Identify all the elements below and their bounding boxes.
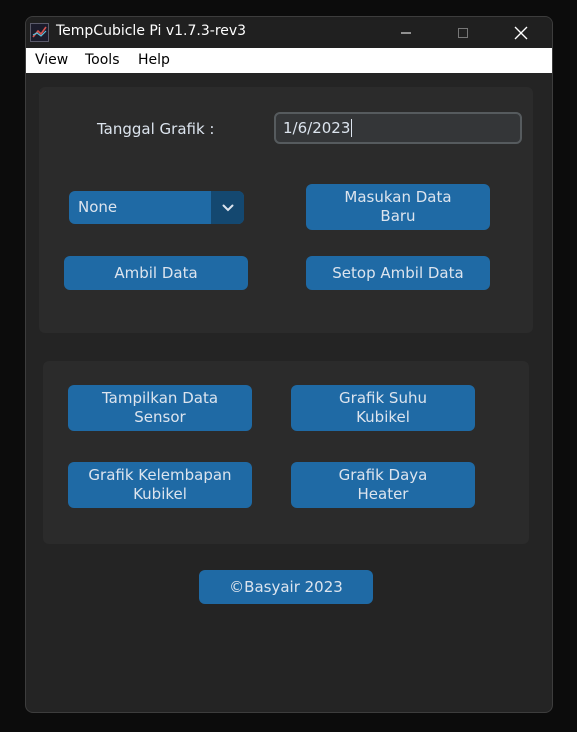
app-logo-icon (30, 23, 49, 42)
data-source-combobox[interactable]: None (69, 191, 244, 224)
menu-tools[interactable]: Tools (85, 52, 120, 68)
app-window: TempCubicle Pi v1.7.3-rev3 View Tools He… (25, 16, 553, 713)
tampilkan-data-sensor-label: Tampilkan Data Sensor (101, 389, 219, 426)
minimize-button[interactable] (377, 17, 435, 48)
maximize-icon (458, 27, 468, 38)
menu-view[interactable]: View (35, 52, 68, 68)
minimize-icon (401, 32, 411, 33)
text-caret (351, 119, 352, 137)
chevron-down-icon (222, 204, 233, 211)
tampilkan-data-sensor-button[interactable]: Tampilkan Data Sensor (68, 385, 252, 431)
title-bar: TempCubicle Pi v1.7.3-rev3 (26, 17, 552, 48)
combobox-value: None (78, 198, 118, 216)
credit-label: ©Basyair 2023 (229, 577, 343, 596)
masukan-data-baru-button[interactable]: Masukan Data Baru (306, 184, 490, 230)
grafik-kelembapan-kubikel-button[interactable]: Grafik Kelembapan Kubikel (68, 462, 252, 508)
credit-button[interactable]: ©Basyair 2023 (199, 570, 373, 604)
maximize-button[interactable] (434, 17, 492, 48)
grafik-suhu-kubikel-label: Grafik Suhu Kubikel (339, 389, 427, 426)
grafik-daya-heater-label: Grafik Daya Heater (338, 466, 428, 503)
date-input[interactable] (274, 112, 522, 144)
masukan-data-baru-label: Masukan Data Baru (344, 188, 452, 225)
grafik-daya-heater-button[interactable]: Grafik Daya Heater (291, 462, 475, 508)
grafik-suhu-kubikel-button[interactable]: Grafik Suhu Kubikel (291, 385, 475, 431)
ambil-data-label: Ambil Data (114, 263, 198, 282)
setop-ambil-data-label: Setop Ambil Data (332, 263, 464, 282)
close-button[interactable] (492, 17, 550, 48)
window-title: TempCubicle Pi v1.7.3-rev3 (56, 23, 247, 39)
date-label: Tanggal Grafik : (97, 120, 215, 138)
menu-bar: View Tools Help (26, 48, 552, 73)
combobox-dropdown-button[interactable] (211, 191, 244, 224)
menu-help[interactable]: Help (138, 52, 170, 68)
close-icon (514, 26, 528, 39)
ambil-data-button[interactable]: Ambil Data (64, 256, 248, 290)
grafik-kelembapan-kubikel-label: Grafik Kelembapan Kubikel (88, 466, 232, 503)
setop-ambil-data-button[interactable]: Setop Ambil Data (306, 256, 490, 290)
